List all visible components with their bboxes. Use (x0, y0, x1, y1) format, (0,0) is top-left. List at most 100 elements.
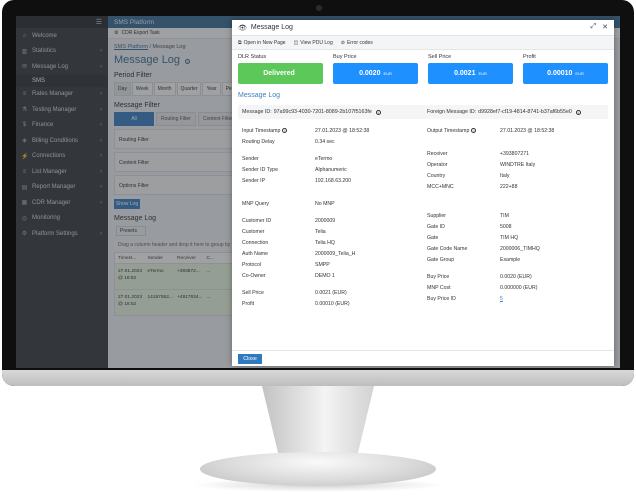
detail-label: Customer (242, 228, 265, 235)
toolbar-label: Open in New Page (243, 39, 286, 46)
monitor-stand-base (200, 452, 436, 486)
screen: ☰ ⌂ Welcome ▥ Statistics › ✉ Message Log › SMS ≡ R… (16, 16, 620, 368)
detail-label: Gate Code Name (427, 245, 468, 252)
detail-value: 0.000000 (EUR) (500, 284, 538, 291)
detail-value[interactable]: 5 (500, 296, 503, 302)
detail-row-routing-delay: Routing Delay 0.34 sec (238, 136, 423, 147)
detail-columns: Input Timestamp i 27.01.2023 @ 18:52:38 Rou… (232, 119, 614, 309)
close-icon[interactable]: ✕ (602, 23, 608, 31)
detail-label: Output Timestamp i (427, 127, 500, 134)
kpi-unit: EUR (575, 71, 584, 76)
copy-info-icon[interactable]: i (375, 109, 381, 115)
detail-row-sender: Sender eTermo (238, 153, 423, 164)
window-controls: ⤢ ✕ (591, 23, 608, 31)
toolbar-error-codes[interactable]: ⊘ Error codes (341, 40, 373, 46)
desktop-monitor-mockup: ☰ ⌂ Welcome ▥ Statistics › ✉ Message Log › SMS ≡ R… (0, 0, 636, 498)
detail-value: Telia HQ (315, 239, 335, 246)
section-heading: Message Log (238, 92, 281, 99)
kpi-label: Sell Price (428, 54, 452, 60)
foreign-id-field: Foreign Message ID: d9928ef7-cf19-4814-8… (423, 109, 608, 115)
detail-value: Alphanumeric (315, 166, 347, 173)
copy-info-icon[interactable]: i (575, 109, 581, 115)
detail-row-gate-group: Gate Group Example (423, 254, 608, 265)
detail-label: Supplier (427, 212, 447, 219)
detail-value: Telia (315, 228, 326, 235)
detail-label: Receiver (427, 150, 448, 157)
kpi-value: 0.00010 (547, 70, 573, 77)
pdu-icon: ◫ (293, 39, 299, 46)
detail-value: 0.00010 (EUR) (315, 300, 350, 307)
kpi-unit: EUR (478, 71, 487, 76)
modal-footer: Close (232, 350, 614, 366)
close-button[interactable]: Close (238, 353, 262, 364)
detail-row-auth-name: Auth Name 2000009_Telia_H (238, 248, 423, 259)
detail-value: TIM HQ (500, 234, 519, 241)
detail-label: Sender ID Type (242, 166, 278, 173)
detail-label: Auth Name (242, 250, 268, 257)
kpi-dlr-status: DLR Status Delivered (238, 54, 323, 84)
kpi-value-box: 0.00010 EUR (523, 63, 608, 84)
detail-value: 0.0020 (EUR) (500, 273, 532, 280)
info-icon[interactable]: i (282, 127, 288, 133)
detail-column-left: Input Timestamp i 27.01.2023 @ 18:52:38 Rou… (238, 125, 423, 309)
detail-row-customer: Customer Telia (238, 226, 423, 237)
kpi-label: Buy Price (333, 54, 357, 60)
detail-column-right: Output Timestamp i 27.01.2023 @ 18:52:38 Re… (423, 125, 608, 309)
detail-row-profit: Profit 0.00010 (EUR) (238, 298, 423, 309)
kpi-buy-price: Buy Price 0.0020 EUR (333, 54, 418, 84)
webcam-icon (316, 5, 322, 11)
kpi-value-box: 0.0021 EUR (428, 63, 513, 84)
kpi-row: DLR Status Delivered Buy Price 0.0020 EUR Sel… (232, 50, 614, 84)
modal-toolbar: ⧉ Open in New Page ◫ View PDU Log ⊘ Error cod… (232, 36, 614, 50)
detail-value: 2000009 (315, 217, 336, 224)
detail-label: Buy Price ID (427, 295, 456, 302)
detail-label: Routing Delay (242, 138, 275, 145)
maximize-icon[interactable]: ⤢ (591, 23, 597, 31)
detail-row-sender-id-type: Sender ID Type Alphanumeric (238, 164, 423, 175)
detail-row-supplier: Supplier TIM (423, 210, 608, 221)
detail-value: 192.168.63.200 (315, 177, 352, 184)
kpi-value: 0.0021 (454, 70, 476, 77)
kpi-label: Profit (523, 54, 536, 60)
detail-label: MCC+MNC (427, 183, 454, 190)
detail-row-gate: Gate TIM HQ (423, 232, 608, 243)
detail-label: Operator (427, 161, 448, 168)
detail-value: Italy (500, 172, 510, 179)
detail-value: No MNP (315, 200, 335, 207)
info-icon[interactable]: i (471, 127, 477, 133)
kpi-unit: EUR (383, 71, 392, 76)
detail-row-mnp-cost: MNP Cost 0.000000 (EUR) (423, 282, 608, 293)
toolbar-view-pdu-log[interactable]: ◫ View PDU Log (294, 40, 333, 46)
detail-value: TIM (500, 212, 509, 219)
detail-label: Sell Price (242, 289, 264, 296)
kpi-value-box: Delivered (238, 63, 323, 84)
external-icon: ⧉ (238, 39, 242, 46)
toolbar-open-in-new-page[interactable]: ⧉ Open in New Page (238, 40, 286, 46)
detail-label: Buy Price (427, 273, 450, 280)
monitor-stand-neck (262, 386, 374, 456)
detail-label: Protocol (242, 261, 262, 268)
detail-row-country: Country Italy (423, 170, 608, 181)
detail-label: MNP Query (242, 200, 270, 207)
kpi-value: 0.0020 (359, 70, 381, 77)
detail-row-co-owner: Co-Owner DEMO 1 (238, 270, 423, 281)
detail-row-gate-id: Gate ID 5008 (423, 221, 608, 232)
detail-label: MNP Cost (427, 284, 451, 291)
kpi-sell-price: Sell Price 0.0021 EUR (428, 54, 513, 84)
detail-label: Co-Owner (242, 272, 266, 279)
kpi-value: Delivered (263, 70, 295, 77)
id-row: Message ID: 97a99c93-4030-7201-8089-2b10… (238, 105, 608, 119)
detail-row-connection: Connection Telia HQ (238, 237, 423, 248)
detail-row-gate-code-name: Gate Code Name 2000006_TIMHQ (423, 243, 608, 254)
detail-row-sell-price: Sell Price 0.0021 (EUR) (238, 287, 423, 298)
error-icon: ⊘ (340, 39, 345, 46)
detail-row-operator: Operator WINDTRE Italy (423, 159, 608, 170)
detail-row-buy-price-id: Buy Price ID 5 (423, 293, 608, 304)
detail-row-customer-id: Customer ID 2000009 (238, 215, 423, 226)
detail-value: 0.34 sec (315, 138, 335, 145)
detail-label: Sender IP (242, 177, 266, 184)
detail-value: 27.01.2023 @ 18:52:38 (500, 127, 555, 134)
detail-label: Gate Group (427, 256, 455, 263)
detail-value: 5008 (500, 223, 512, 230)
modal-titlebar: 👁 Message Log ⤢ ✕ (232, 20, 614, 36)
